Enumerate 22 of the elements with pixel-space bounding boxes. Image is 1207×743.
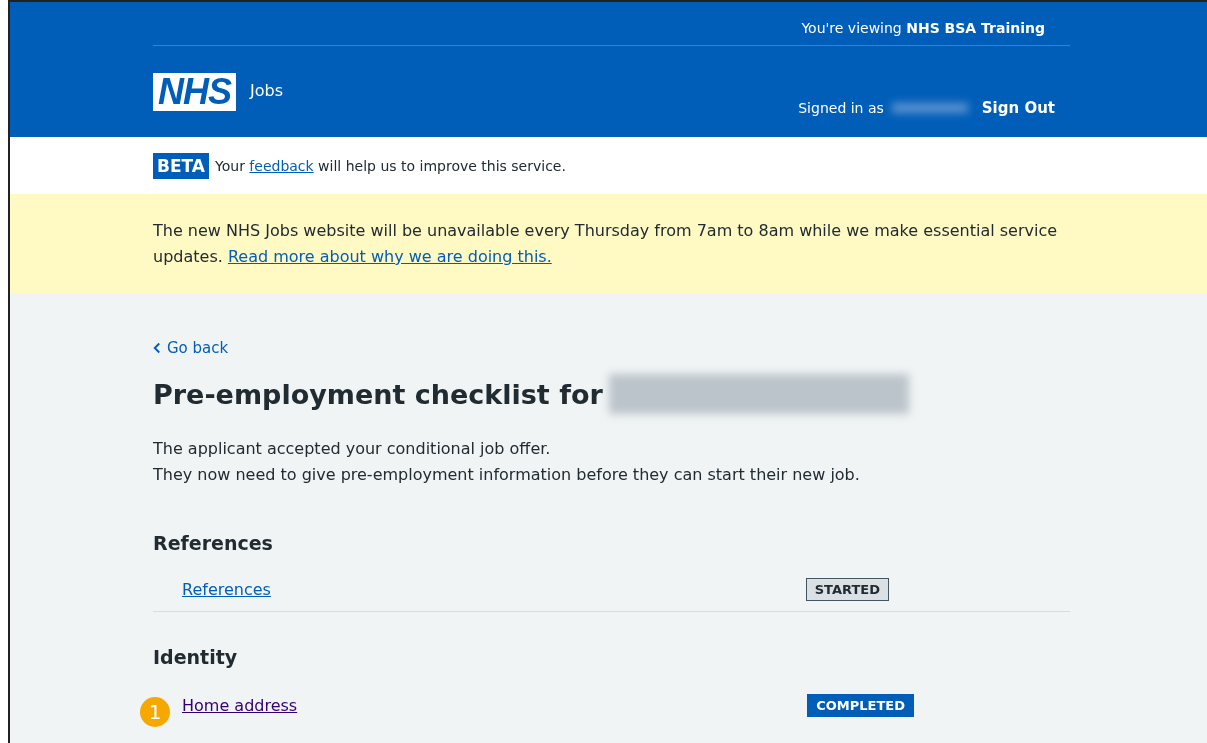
beta-message: Your feedback will help us to improve this service. <box>215 157 566 174</box>
intro-text: They now need to give pre-employment information before they can start their new job. <box>153 464 861 486</box>
task-link[interactable]: References <box>182 580 271 599</box>
section-heading: Identity <box>153 645 239 668</box>
feedback-link[interactable]: feedback <box>249 157 314 174</box>
nhs-logo[interactable]: NHS <box>153 72 236 111</box>
sign-out-link[interactable]: Sign Out <box>981 99 1055 117</box>
viewing-text: You're viewing NHS BSA Training <box>801 20 1045 36</box>
banner-message: The new NHS Jobs website will be unavailable every Thursday from 7am to 8am while we make essential service updates. Read more about why we are doing this. <box>153 220 1059 268</box>
service-name: Jobs <box>250 80 283 100</box>
status-tag: COMPLETED <box>807 694 914 717</box>
chevron-left-icon <box>153 342 161 354</box>
section-heading: References <box>153 532 274 554</box>
task-link[interactable]: Home address <box>182 696 298 715</box>
back-link[interactable]: Go back <box>153 339 229 357</box>
read-more-link[interactable]: Read more about why we are doing this. <box>227 247 552 266</box>
step-marker: 1 <box>140 697 170 727</box>
page-title: Pre-employment checklist for <box>153 378 603 410</box>
intro-text: The applicant accepted your conditional job offer. <box>153 438 552 460</box>
beta-tag: BETA <box>153 152 209 179</box>
status-tag: STARTED <box>805 578 889 601</box>
signed-in-label: Signed in as <box>798 100 884 116</box>
